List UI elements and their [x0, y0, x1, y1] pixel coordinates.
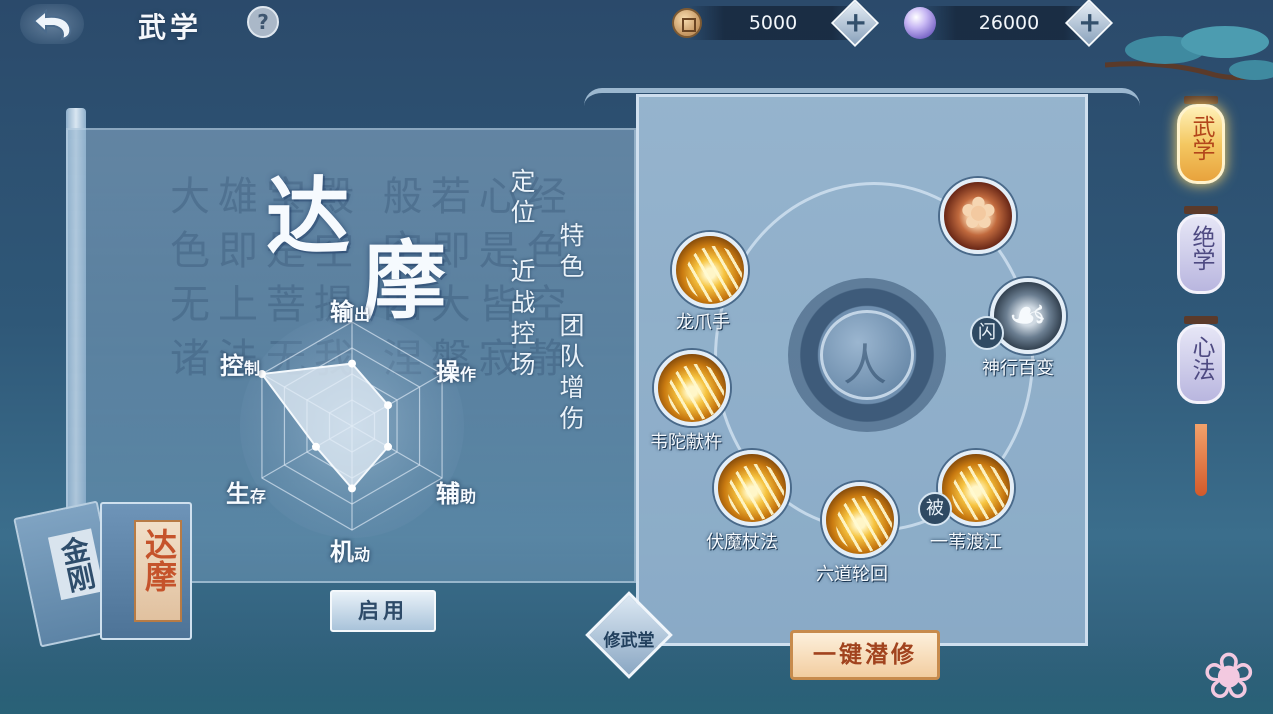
coin-amount: 5000	[748, 12, 798, 34]
feature-label: 特色	[556, 222, 585, 284]
skill-weituo-icon[interactable]	[654, 350, 730, 426]
back-button[interactable]	[20, 4, 84, 44]
tab-cap	[1184, 96, 1218, 104]
radar-label-operation: 操作	[436, 357, 477, 386]
skill-weituo-label: 韦陀献杵	[650, 432, 722, 453]
school-book-damo[interactable]: 达摩	[100, 502, 192, 640]
one-click-train-button[interactable]: 一键潜修	[790, 630, 940, 680]
skill-liudao-icon[interactable]	[822, 482, 898, 558]
radar-label-output: 输出	[330, 297, 371, 326]
enable-button[interactable]: 启用	[330, 590, 436, 632]
tab-wuxue[interactable]: 武学	[1177, 104, 1225, 184]
skill-shenxing-label: 神行百变	[982, 358, 1054, 379]
radar-point-operation	[384, 401, 393, 410]
pearl-gem-icon	[904, 7, 936, 39]
tab-juexue[interactable]: 绝学	[1177, 214, 1225, 294]
skill-shenxing-icon[interactable]	[990, 278, 1066, 354]
dash-tag: 闪	[970, 316, 1004, 350]
tab-cap	[1184, 206, 1218, 214]
lotus-flower-decoration: ❀	[1202, 640, 1256, 714]
skill-fumo-label: 伏魔杖法	[706, 532, 778, 553]
copper-coin-icon	[672, 8, 702, 38]
skill-liudao-label: 六道轮回	[816, 564, 888, 585]
gem-amount: 26000	[978, 12, 1040, 34]
skill-lotus-icon[interactable]	[940, 178, 1016, 254]
feature-value: 团队增伤	[556, 312, 585, 436]
pine-branch-decoration	[1105, 26, 1273, 81]
skill-fumo-icon[interactable]	[714, 450, 790, 526]
top-bar: 武学 ? 5000 + 26000 +	[0, 0, 1273, 48]
radar-label-control: 控制	[220, 351, 261, 380]
radar-point-mobility	[348, 484, 356, 493]
tab-xinfa[interactable]: 心法	[1177, 324, 1225, 404]
radar-label-mobility: 机动	[330, 537, 371, 566]
tassel-decoration	[1195, 424, 1207, 496]
position-value: 近战控场	[507, 258, 536, 382]
radar-label-support: 辅助	[436, 479, 477, 508]
skill-longzhuashou-label: 龙爪手	[676, 312, 730, 333]
character-silhouette-icon: 人	[820, 310, 914, 400]
skill-longzhuashou-icon[interactable]	[672, 232, 748, 308]
radar-label-survival: 生存	[226, 479, 267, 508]
character-name-char1: 达	[266, 167, 351, 266]
book-label: 达摩	[134, 520, 182, 622]
tab-cap	[1184, 316, 1218, 324]
skill-yiwei-label: 一苇渡江	[930, 532, 1002, 553]
passive-tag: 被	[918, 492, 952, 526]
position-label: 定位	[507, 168, 536, 230]
page-title: 武学	[138, 11, 203, 44]
help-button[interactable]: ?	[247, 6, 279, 38]
radar-point-support	[384, 442, 393, 451]
radar-point-survival	[311, 442, 320, 451]
back-arrow-icon	[32, 8, 72, 41]
xiuwutang-label: 修武堂	[603, 631, 655, 651]
radar-point-output	[348, 359, 356, 368]
